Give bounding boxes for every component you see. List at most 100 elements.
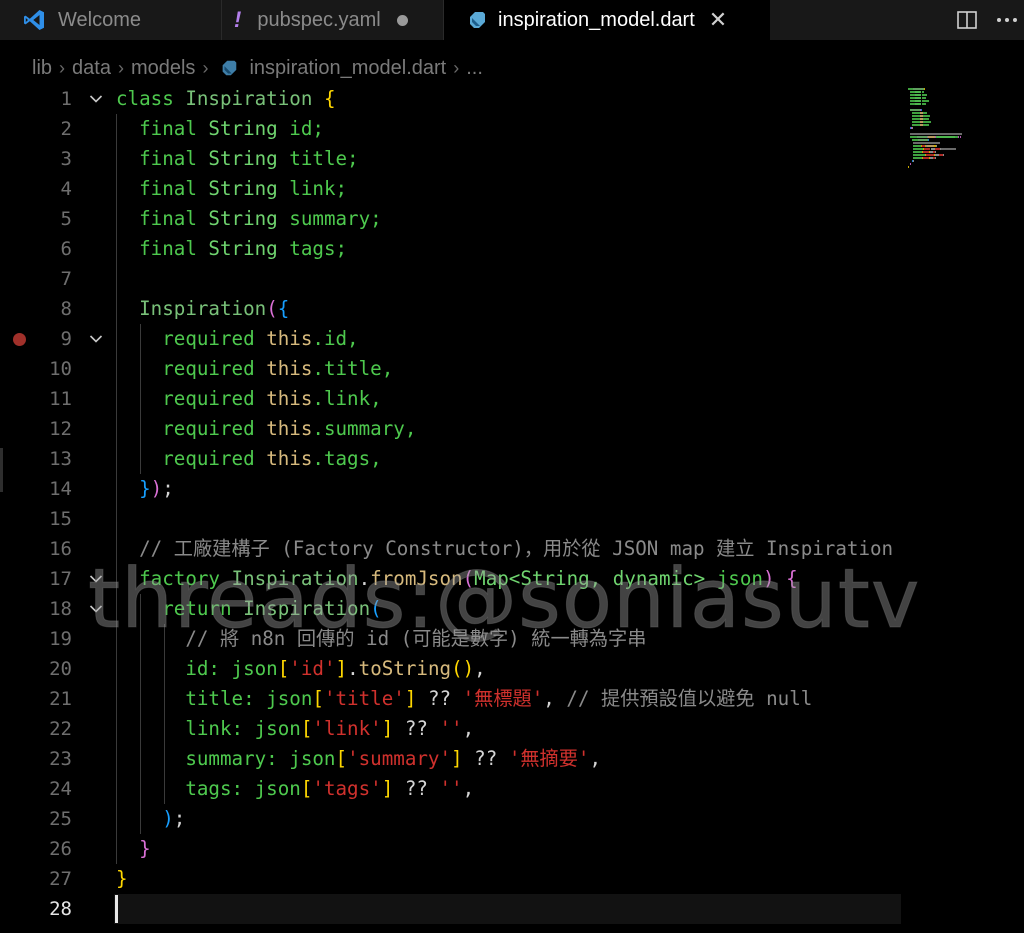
code-line[interactable]: required this.tags, xyxy=(116,444,382,474)
line-number[interactable]: 17 xyxy=(28,564,72,594)
minimap-token xyxy=(909,109,920,111)
line-number[interactable]: 9 xyxy=(28,324,72,354)
minimap-token xyxy=(911,115,920,117)
minimap-token xyxy=(935,157,936,159)
vscode-logo-icon xyxy=(22,8,46,32)
line-number[interactable]: 26 xyxy=(28,834,72,864)
breadcrumb-data[interactable]: data xyxy=(72,57,111,80)
code-line[interactable]: required this.summary, xyxy=(116,414,416,444)
chevron-right-icon: › xyxy=(59,57,66,78)
minimap-token xyxy=(909,133,962,135)
line-number[interactable]: 1 xyxy=(28,84,72,114)
code-line[interactable]: required this.link, xyxy=(116,384,382,414)
breakpoint-icon[interactable] xyxy=(13,332,26,346)
minimap-token xyxy=(924,88,926,90)
code-line[interactable]: class Inspiration { xyxy=(116,84,336,114)
code-area[interactable]: 1 class Inspiration {2 final String id; 3 … xyxy=(0,84,901,933)
code-line[interactable]: required this.id, xyxy=(116,324,358,354)
line-number[interactable]: 23 xyxy=(28,744,72,774)
line-number[interactable]: 7 xyxy=(28,264,72,294)
line-number[interactable]: 12 xyxy=(28,414,72,444)
minimap-token xyxy=(913,157,923,159)
line-number[interactable]: 16 xyxy=(28,534,72,564)
tab-inspiration-model[interactable]: inspiration_model.dart ✕ xyxy=(444,0,770,40)
minimap-token xyxy=(927,139,929,141)
line-number[interactable]: 2 xyxy=(28,114,72,144)
breadcrumb-symbol[interactable]: ... xyxy=(466,57,483,80)
code-line[interactable]: title: json['title'] ?? '無標題', // 提供預設值以… xyxy=(116,684,812,714)
line-number[interactable]: 27 xyxy=(28,864,72,894)
line-number[interactable]: 6 xyxy=(28,234,72,264)
code-line[interactable]: final String link; xyxy=(116,174,347,204)
chevron-right-icon: › xyxy=(453,57,460,78)
code-line[interactable]: summary: json['summary'] ?? '無摘要', xyxy=(116,744,601,774)
line-number[interactable]: 5 xyxy=(28,204,72,234)
minimap-token xyxy=(913,154,926,156)
line-number[interactable]: 14 xyxy=(28,474,72,504)
minimap-token xyxy=(913,151,923,153)
minimap-token xyxy=(911,118,920,120)
code-line[interactable]: final String summary; xyxy=(116,204,382,234)
code-line[interactable]: required this.title, xyxy=(116,354,393,384)
breadcrumb-models[interactable]: models xyxy=(131,57,195,80)
code-line[interactable]: final String title; xyxy=(116,144,359,174)
tab-pubspec[interactable]: ! pubspec.yaml xyxy=(222,0,444,40)
code-line[interactable]: final String tags; xyxy=(116,234,347,264)
line-number[interactable]: 8 xyxy=(28,294,72,324)
chevron-right-icon: › xyxy=(202,57,209,78)
line-number[interactable]: 13 xyxy=(28,444,72,474)
line-number[interactable]: 19 xyxy=(28,624,72,654)
minimap-token xyxy=(935,136,955,138)
code-editor[interactable]: 1 class Inspiration {2 final String id; 3 … xyxy=(0,84,1024,933)
minimap-token xyxy=(920,109,922,111)
more-actions-icon[interactable] xyxy=(994,8,1020,36)
line-number[interactable]: 21 xyxy=(28,684,72,714)
tab-welcome[interactable]: Welcome xyxy=(0,0,222,40)
minimap[interactable] xyxy=(905,84,1024,933)
line-number[interactable]: 22 xyxy=(28,714,72,744)
minimap-token xyxy=(913,148,924,150)
minimap-token xyxy=(913,142,941,144)
minimap-token xyxy=(912,160,914,162)
line-number[interactable]: 11 xyxy=(28,384,72,414)
line-number[interactable]: 18 xyxy=(28,594,72,624)
close-icon[interactable]: ✕ xyxy=(709,7,727,33)
code-line[interactable]: link: json['link'] ?? '', xyxy=(116,714,474,744)
code-line[interactable]: } xyxy=(116,864,128,894)
text-cursor xyxy=(115,895,118,923)
current-line-highlight xyxy=(114,894,901,924)
breadcrumb-lib[interactable]: lib xyxy=(32,57,52,80)
tab-label: inspiration_model.dart xyxy=(498,8,695,31)
line-number[interactable]: 20 xyxy=(28,654,72,684)
minimap-token xyxy=(913,145,921,147)
code-line[interactable]: id: json['id'].toString(), xyxy=(116,654,485,684)
minimap-token xyxy=(923,124,929,126)
tab-label: pubspec.yaml xyxy=(257,8,381,31)
minimap-token xyxy=(923,121,932,123)
breadcrumb-file[interactable]: inspiration_model.dart xyxy=(249,57,446,80)
minimap-token xyxy=(911,127,913,129)
unsaved-dot-icon[interactable] xyxy=(396,14,408,26)
exclamation-icon: ! xyxy=(234,7,242,32)
code-line[interactable]: tags: json['tags'] ?? '', xyxy=(116,774,474,804)
minimap-token xyxy=(923,115,930,117)
fold-chevron-icon[interactable] xyxy=(88,324,104,354)
code-line[interactable]: } xyxy=(116,834,151,864)
line-number[interactable]: 25 xyxy=(28,804,72,834)
line-number[interactable]: 3 xyxy=(28,144,72,174)
line-number[interactable]: 15 xyxy=(28,504,72,534)
line-number[interactable]: 28 xyxy=(28,894,72,924)
minimap-token xyxy=(960,136,962,138)
panel-sash[interactable] xyxy=(0,448,3,492)
line-number[interactable]: 10 xyxy=(28,354,72,384)
code-line[interactable]: ); xyxy=(116,804,185,834)
line-number[interactable]: 4 xyxy=(28,174,72,204)
code-line[interactable]: Inspiration({ xyxy=(116,294,289,324)
line-number[interactable]: 24 xyxy=(28,774,72,804)
minimap-token xyxy=(911,112,920,114)
fold-chevron-icon[interactable] xyxy=(88,84,104,114)
split-editor-icon[interactable] xyxy=(956,9,978,35)
chevron-right-icon: › xyxy=(117,57,124,78)
code-line[interactable]: final String id; xyxy=(116,114,324,144)
code-line[interactable]: }); xyxy=(116,474,174,504)
